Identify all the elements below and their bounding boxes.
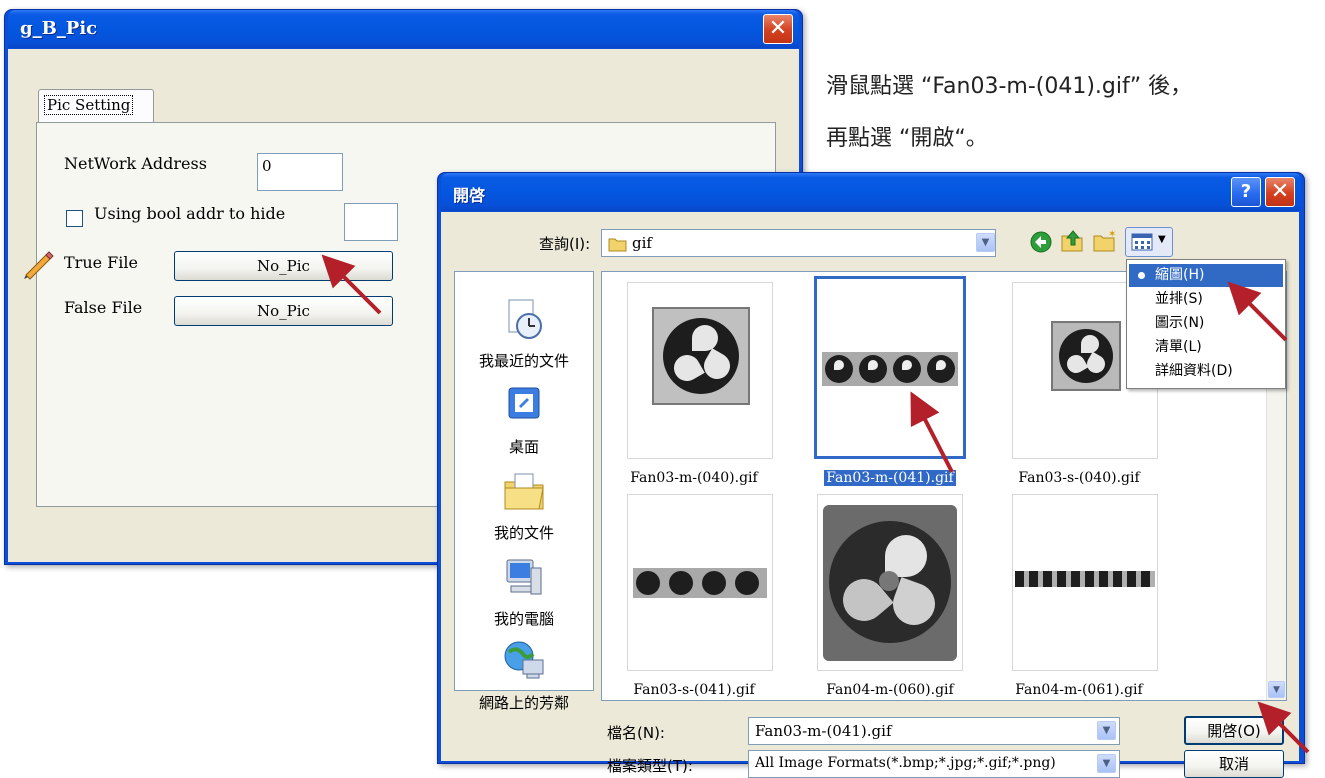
file-name[interactable]: Fan03-m-(040).gif bbox=[599, 470, 789, 486]
tab-pic-setting-label: Pic Setting bbox=[44, 95, 134, 115]
instruction-line-2: 再點選 “開啟“。 bbox=[826, 126, 988, 151]
my-computer-icon bbox=[506, 559, 542, 595]
instruction-line-1: 滑鼠點選 “Fan03-m-(041).gif” 後， bbox=[826, 74, 1193, 99]
true-file-label: True File bbox=[64, 253, 138, 272]
desktop-icon bbox=[508, 387, 540, 419]
look-in-label: 查詢(I): bbox=[539, 235, 591, 253]
place-desktop[interactable]: 桌面 bbox=[457, 382, 591, 457]
scroll-down-button[interactable]: ▼ bbox=[1268, 681, 1285, 698]
cancel-button[interactable]: 取消 bbox=[1184, 750, 1284, 778]
filename-combo[interactable]: Fan03-m-(041).gif bbox=[748, 717, 1120, 745]
chevron-down-icon: ▼ bbox=[1158, 234, 1166, 245]
place-my-documents[interactable]: 我的文件 bbox=[457, 468, 591, 543]
place-my-computer[interactable]: 我的電腦 bbox=[457, 554, 591, 629]
file-name[interactable]: Fan03-s-(041).gif bbox=[599, 682, 789, 698]
bool-address-input[interactable] bbox=[344, 203, 398, 241]
filename-dropdown-button[interactable]: ▼ bbox=[1097, 721, 1116, 740]
bool-hide-label: Using bool addr to hide bbox=[94, 204, 286, 223]
pic-window-title: g_B_Pic bbox=[20, 18, 98, 39]
new-folder-icon[interactable]: ✶ bbox=[1091, 228, 1117, 254]
place-network-label: 網路上的芳鄰 bbox=[478, 694, 569, 712]
pic-window-close-button[interactable]: ✕ bbox=[763, 14, 793, 44]
view-thumbnails-item[interactable]: 縮圖(H) bbox=[1129, 264, 1283, 287]
network-address-label: NetWork Address bbox=[64, 154, 207, 173]
bool-hide-checkbox[interactable] bbox=[66, 210, 83, 227]
up-folder-icon[interactable] bbox=[1059, 228, 1085, 254]
filetype-label: 檔案類型(T): bbox=[607, 757, 693, 775]
pencil-icon bbox=[24, 251, 54, 280]
views-icon bbox=[1131, 233, 1153, 251]
back-icon[interactable] bbox=[1029, 230, 1053, 254]
file-name[interactable]: Fan03-s-(040).gif bbox=[984, 470, 1174, 486]
file-name[interactable]: Fan04-m-(060).gif bbox=[795, 682, 985, 698]
view-tiles-item[interactable]: 並排(S) bbox=[1129, 288, 1283, 311]
true-file-button[interactable]: No_Pic bbox=[174, 251, 393, 281]
fan-strip-image bbox=[1015, 571, 1155, 587]
place-my-documents-label: 我的文件 bbox=[493, 524, 554, 542]
open-dialog-close-button[interactable]: ✕ bbox=[1265, 177, 1295, 207]
place-recent-documents[interactable]: 我最近的文件 bbox=[457, 296, 591, 371]
file-thumbnail[interactable] bbox=[817, 494, 963, 671]
look-in-combo[interactable]: gif bbox=[601, 229, 996, 257]
places-bar: 我最近的文件 桌面 我的文件 我的電腦 網路上的芳鄰 bbox=[454, 271, 594, 712]
folder-icon bbox=[608, 238, 627, 252]
fan-strip-image bbox=[633, 568, 767, 598]
place-my-computer-label: 我的電腦 bbox=[493, 610, 554, 628]
file-thumbnail[interactable] bbox=[1012, 494, 1158, 671]
place-network[interactable]: 網路上的芳鄰 bbox=[457, 638, 591, 713]
network-places-icon bbox=[504, 641, 544, 679]
network-address-input[interactable]: 0 bbox=[257, 153, 343, 191]
views-menu-button[interactable]: ▼ bbox=[1125, 227, 1173, 257]
fan-image bbox=[652, 307, 750, 405]
open-file-dialog: 開啓 ? ✕ 查詢(I): gif ▼ ✶ ▼ 我最近的文件 桌面 我的文件 我… bbox=[437, 172, 1305, 778]
view-icons-item[interactable]: 圖示(N) bbox=[1129, 312, 1283, 335]
svg-text:✶: ✶ bbox=[1108, 229, 1116, 240]
file-name[interactable]: Fan04-m-(061).gif bbox=[984, 682, 1174, 698]
open-dialog-title-bar: 開啓 ? ✕ bbox=[441, 173, 1301, 211]
radio-bullet-icon bbox=[1138, 272, 1145, 279]
place-recent-documents-label: 我最近的文件 bbox=[478, 352, 569, 370]
look-in-value: gif bbox=[632, 234, 652, 252]
view-details-item[interactable]: 詳細資料(D) bbox=[1129, 360, 1283, 383]
filetype-dropdown-button[interactable]: ▼ bbox=[1097, 754, 1116, 773]
help-button[interactable]: ? bbox=[1231, 177, 1261, 207]
false-file-label: False File bbox=[64, 298, 143, 317]
file-name-selected[interactable]: Fan03-m-(041).gif bbox=[795, 470, 985, 486]
fan-strip-image bbox=[822, 352, 958, 386]
views-dropdown-menu: 縮圖(H) 並排(S) 圖示(N) 清單(L) 詳細資料(D) bbox=[1126, 259, 1286, 389]
place-desktop-label: 桌面 bbox=[508, 438, 539, 456]
filetype-combo[interactable]: All Image Formats(*.bmp;*.jpg;*.gif;*.pn… bbox=[748, 750, 1120, 778]
open-dialog-title: 開啓 bbox=[453, 186, 486, 205]
file-thumbnail-selected[interactable] bbox=[814, 276, 966, 459]
file-thumbnail[interactable] bbox=[627, 494, 773, 671]
recent-documents-icon bbox=[508, 299, 542, 339]
file-thumbnail[interactable] bbox=[627, 282, 773, 459]
fan-image bbox=[1051, 321, 1121, 391]
look-in-dropdown-button[interactable]: ▼ bbox=[976, 233, 995, 252]
large-fan-image bbox=[823, 505, 957, 661]
pic-window-title-bar: g_B_Pic ✕ bbox=[8, 10, 799, 48]
my-documents-icon bbox=[504, 473, 544, 510]
view-list-item[interactable]: 清單(L) bbox=[1129, 336, 1283, 359]
open-dialog-body: 查詢(I): gif ▼ ✶ ▼ 我最近的文件 桌面 我的文件 我的電腦 網路上… bbox=[441, 212, 1299, 778]
filename-label: 檔名(N): bbox=[607, 724, 665, 742]
tab-pic-setting[interactable]: Pic Setting bbox=[38, 89, 154, 123]
false-file-button[interactable]: No_Pic bbox=[174, 296, 393, 326]
open-button[interactable]: 開啓(O) bbox=[1184, 716, 1284, 745]
